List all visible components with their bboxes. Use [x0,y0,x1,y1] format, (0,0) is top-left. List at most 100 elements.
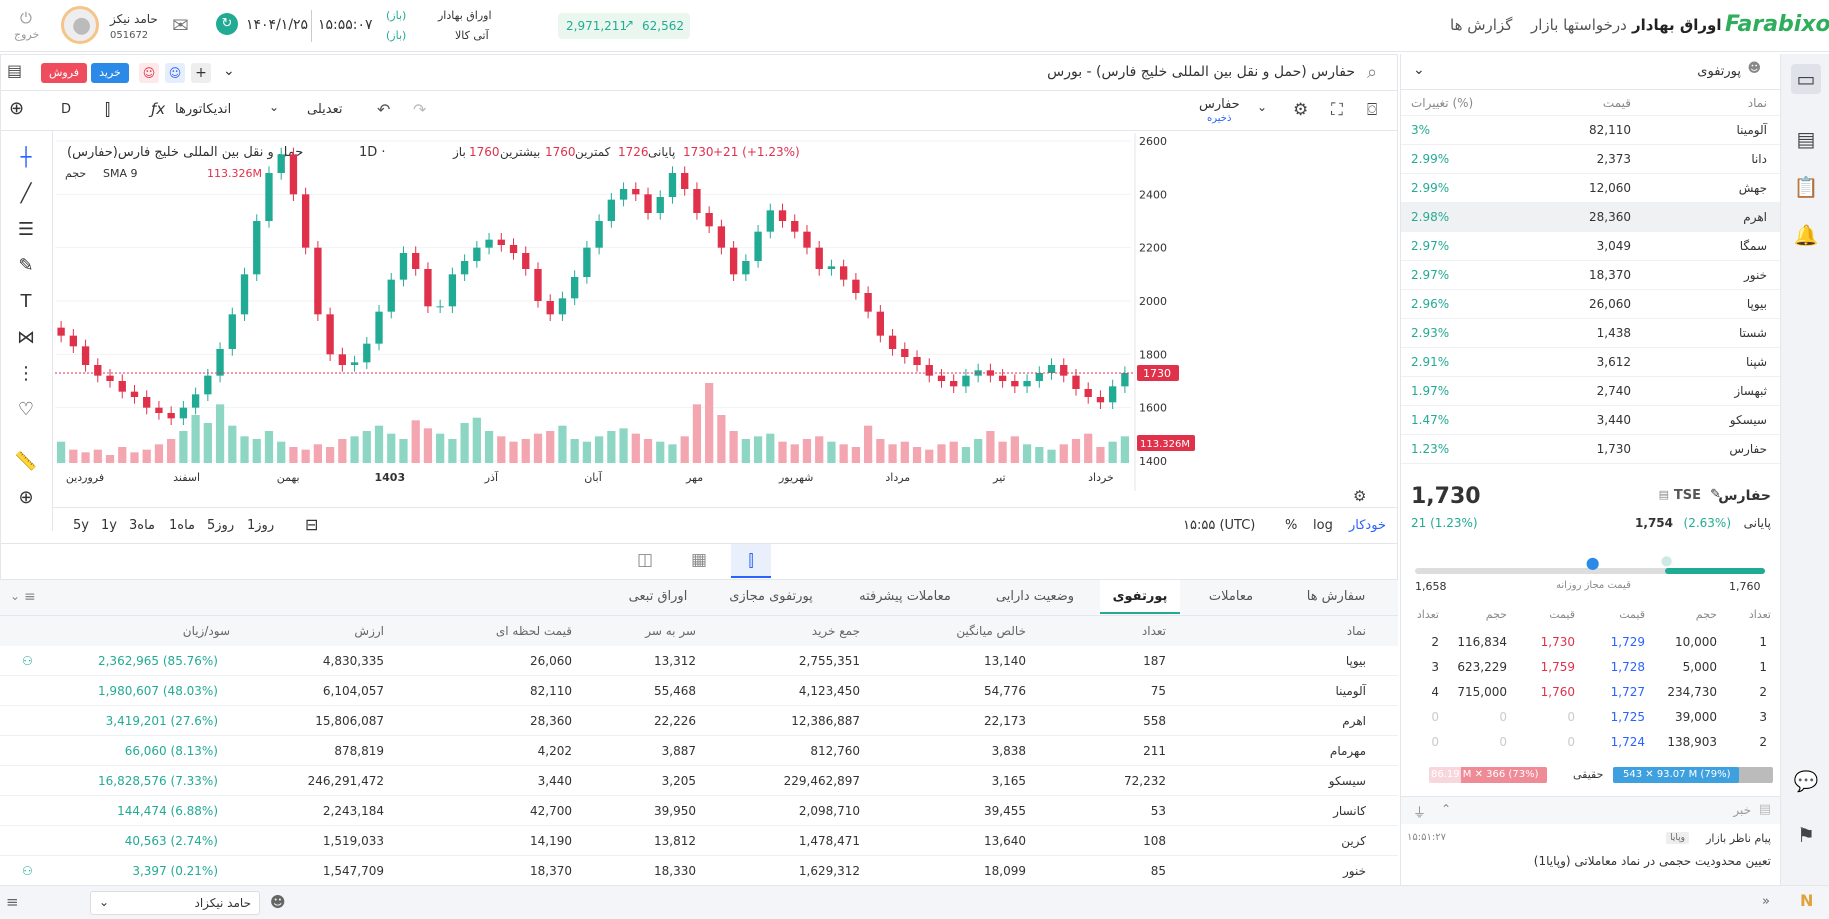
date-range-icon[interactable]: ⊟ [305,515,318,534]
fib-icon[interactable]: ☰ [13,217,39,243]
monitor-icon[interactable]: ▭ [1791,64,1821,94]
col-value[interactable]: ارزش [354,624,384,638]
range-5y[interactable]: 5y [73,518,89,533]
brush-icon[interactable]: ✎ [13,253,39,279]
auto-toggle[interactable]: خودکار [1349,518,1386,533]
list-item[interactable]: خنور 18,370 2.97% [1401,261,1781,290]
cell-symbol[interactable]: سیسکو [1329,774,1366,788]
range-1d[interactable]: 1روز [247,518,274,533]
col-price[interactable]: قیمت لحظه ای [496,624,572,638]
list-item[interactable]: آلومینا 82,110 3% [1401,116,1781,145]
bell-icon[interactable]: 🔔 [1791,220,1821,250]
save-link[interactable]: ذخیره [1207,113,1231,124]
log-toggle[interactable]: log [1313,518,1333,533]
list-item[interactable]: اهرم 28,360 2.98% [1401,203,1781,232]
cell-symbol[interactable]: اهرم [1342,714,1366,728]
table-row[interactable]: آلومینا 75 54,776 4,123,450 55,468 82,110 6,10… [0,676,1398,706]
cell-symbol[interactable]: مهرمام [1330,744,1366,758]
user-remove-icon[interactable]: ☺ [139,63,159,83]
col-change[interactable]: تغییرات (%) [1411,96,1473,110]
pattern-icon[interactable]: ⋈ [13,325,39,351]
logo[interactable]: Farabixo [1725,12,1829,37]
cell-symbol[interactable]: کانسار [1333,804,1366,818]
axis-settings-icon[interactable]: ⚙ [1353,487,1366,505]
col-symbol[interactable]: نماد [1347,624,1366,638]
table-row[interactable]: اهرم 558 22,173 12,386,887 22,226 28,360 15,80… [0,706,1398,736]
avatar[interactable]: ● [61,6,99,44]
chevron-down-icon[interactable]: ⌄ [1257,100,1267,114]
power-icon[interactable]: ⏻ [20,9,32,27]
col-breakeven[interactable]: سر به سر [645,624,696,638]
col-qty[interactable]: تعداد [1142,624,1166,638]
zoom-icon[interactable]: ⊕ [13,485,39,511]
text-icon[interactable]: T [13,289,39,315]
list-item[interactable]: شپنا 3,612 2.91% [1401,348,1781,377]
cell-symbol[interactable]: بیوپا [1346,654,1366,668]
nav-securities[interactable]: اوراق بهادار [1632,16,1722,34]
buy-button[interactable]: خرید [91,63,129,83]
price-chart[interactable]: 2600 2400 2200 2000 1800 1600 1400 1730 113.326M… [55,133,1397,491]
menu-icon[interactable]: ≡ [24,589,36,605]
indicators-button[interactable]: اندیکاتورها [175,102,231,117]
refresh-icon[interactable]: ↻ [216,13,238,35]
tab-advanced-trades[interactable]: معاملات پیشرفته [840,580,970,614]
list-item[interactable]: دانا 2,373 2.99% [1401,145,1781,174]
double-chevron-icon[interactable]: » [1762,894,1770,909]
ruler-icon[interactable]: 📏 [13,449,39,475]
logout-button[interactable]: خروج [14,28,39,41]
table-row[interactable]: بیوپا 187 13,140 2,755,351 13,312 26,060 4,830… [0,646,1398,676]
settings-icon[interactable]: ⚙ [1293,100,1308,120]
list-item[interactable]: حفارس 1,730 1.23% [1401,435,1781,464]
list-item[interactable]: شستا 1,438 2.93% [1401,319,1781,348]
list-item[interactable]: بیوپا 26,060 2.96% [1401,290,1781,319]
sell-button[interactable]: فروش [41,63,87,83]
crosshair-icon[interactable]: ┼ [13,145,39,171]
range-5d[interactable]: 5روز [207,518,234,533]
alert-icon[interactable]: ⚇ [22,654,33,668]
layout-icon[interactable]: ▤ [7,61,22,80]
col-symbol[interactable]: نماد [1748,96,1767,110]
nav-reports[interactable]: گزارش ها [1450,16,1512,34]
orderbook-row[interactable]: 3 39,000 1,725 0 0 0 [1401,705,1781,730]
orderbook-row[interactable]: 2 234,730 1,727 1,760 715,000 4 [1401,680,1781,705]
chat-icon[interactable]: 💬 [1791,766,1821,796]
range-3m[interactable]: 3ماه [129,518,155,533]
edit-icon[interactable]: ✎ [1710,487,1721,502]
adjust-dropdown[interactable]: تعدیلی [307,102,342,117]
col-total-buy[interactable]: جمع خرید [812,624,860,638]
alert-icon[interactable]: ⚇ [22,864,33,878]
redo-icon[interactable]: ↷ [413,100,426,119]
col-pnl[interactable]: سود/زیان [183,624,230,638]
news-title[interactable]: خبر [1733,803,1751,817]
fullscreen-icon[interactable]: ⛶ [1331,100,1343,120]
news-item[interactable]: پیام ناظر بازار وپایا ۱۵:۵۱:۲۷ تعیین محد… [1401,828,1781,878]
chevron-down-icon[interactable]: ⌄ [269,100,279,114]
depth-layout-icon[interactable]: ◫ [637,550,653,570]
col-avg[interactable]: خالص میانگین [956,624,1026,638]
tab-portfolio[interactable]: پورتفوی [1100,580,1180,614]
cell-symbol[interactable]: کرین [1341,834,1366,848]
clipboard-icon[interactable]: 📋 [1791,172,1821,202]
signpost-icon[interactable]: ⚑ [1791,820,1821,850]
orderbook-row[interactable]: 2 138,903 1,724 0 0 0 [1401,730,1781,755]
range-1y[interactable]: 1y [101,518,117,533]
tab-orders[interactable]: سفارش ها [1286,580,1386,614]
cell-symbol[interactable]: آلومینا [1335,684,1366,698]
percent-toggle[interactable]: % [1285,518,1297,533]
chevron-down-icon[interactable]: ⌄ [1413,62,1425,78]
favorites-icon[interactable]: ♡ [13,397,39,423]
document-icon[interactable]: ▤ [1791,124,1821,154]
col-price[interactable]: قیمت [1603,96,1631,110]
add-button[interactable]: + [191,63,211,83]
cell-symbol[interactable]: خنور [1343,864,1366,878]
grid-layout-icon[interactable]: ▦ [691,550,707,570]
user-add-icon[interactable]: ☺ [165,63,185,83]
menu-icon[interactable]: ≡ [6,893,19,911]
table-row[interactable]: کرین 108 13,640 1,478,471 13,812 14,190 1,519,… [0,826,1398,856]
candle-type-icon[interactable]: ⫿ [105,100,110,120]
undo-icon[interactable]: ↶ [377,100,390,119]
orderbook-row[interactable]: 1 5,000 1,728 1,759 623,229 3 [1401,655,1781,680]
interval-button[interactable]: D [61,102,71,117]
table-row[interactable]: سیسکو 72,232 3,165 229,462,897 3,205 3,440 246… [0,766,1398,796]
add-compare-icon[interactable]: ⊕ [9,98,24,119]
